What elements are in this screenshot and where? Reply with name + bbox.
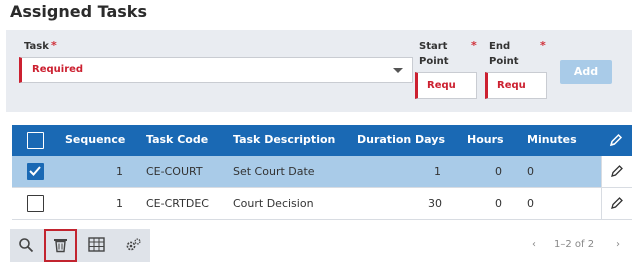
col-duration-days[interactable]: Duration Days (357, 133, 445, 146)
row-checkbox[interactable] (27, 195, 44, 212)
cell-sequence: 1 (116, 165, 123, 178)
cell-task-code: CE-CRTDEC (146, 197, 209, 210)
end-point-required-mark: * (540, 39, 546, 52)
task-select-value: Required (32, 64, 84, 75)
pager: ‹ 1–2 of 2 › (532, 238, 632, 254)
task-label: Task (24, 41, 49, 52)
cell-description: Court Decision (233, 197, 314, 210)
pager-next-icon[interactable]: › (616, 239, 620, 250)
select-all-checkbox[interactable] (27, 132, 44, 149)
table-icon[interactable] (80, 229, 113, 262)
trash-icon[interactable] (44, 229, 77, 262)
task-required-mark: * (51, 39, 57, 52)
pager-text: 1–2 of 2 (554, 239, 595, 250)
end-point-input[interactable]: Requ (485, 72, 547, 99)
col-task-description[interactable]: Task Description (233, 133, 335, 146)
cell-minutes: 0 (527, 165, 534, 178)
end-point-label-line1: End (489, 41, 511, 52)
task-form-panel: Task * Required Start Point * Requ End P… (6, 30, 632, 112)
cell-hours: 0 (495, 197, 502, 210)
cell-sequence: 1 (116, 197, 123, 210)
task-select[interactable]: Required (19, 57, 413, 83)
header-edit-icon[interactable] (601, 125, 632, 156)
col-hours[interactable]: Hours (467, 133, 504, 146)
end-point-label-line2: Point (489, 56, 519, 67)
start-point-value: Requ (427, 80, 456, 91)
col-task-code[interactable]: Task Code (146, 133, 208, 146)
start-point-input[interactable]: Requ (415, 72, 477, 99)
table-row[interactable]: 1 CE-CRTDEC Court Decision 30 0 0 (12, 188, 632, 220)
cell-duration: 30 (428, 197, 442, 210)
start-point-label-line1: Start (419, 41, 448, 52)
row-checkbox[interactable] (27, 163, 44, 180)
start-point-required-mark: * (471, 39, 477, 52)
assigned-tasks-grid: Sequence Task Code Task Description Dura… (12, 125, 632, 220)
start-point-label-line2: Point (419, 56, 449, 67)
table-row[interactable]: 1 CE-COURT Set Court Date 1 0 0 (12, 156, 632, 188)
cell-duration: 1 (434, 165, 441, 178)
col-minutes[interactable]: Minutes (527, 133, 577, 146)
page-title: Assigned Tasks (10, 2, 147, 21)
row-edit-button[interactable] (601, 188, 632, 219)
cell-hours: 0 (495, 165, 502, 178)
add-button[interactable]: Add (560, 60, 612, 84)
cell-task-code: CE-COURT (146, 165, 203, 178)
pencil-icon (611, 165, 623, 177)
pencil-icon (611, 197, 623, 209)
search-icon[interactable] (10, 229, 43, 262)
col-sequence[interactable]: Sequence (65, 133, 125, 146)
pager-prev-icon[interactable]: ‹ (532, 239, 536, 250)
grid-toolbar (10, 229, 150, 262)
cell-minutes: 0 (527, 197, 534, 210)
row-edit-button[interactable] (601, 156, 632, 187)
cell-description: Set Court Date (233, 165, 315, 178)
end-point-value: Requ (497, 80, 526, 91)
settings-icon[interactable] (116, 229, 149, 262)
grid-header: Sequence Task Code Task Description Dura… (12, 125, 632, 156)
chevron-down-icon[interactable] (393, 68, 403, 73)
